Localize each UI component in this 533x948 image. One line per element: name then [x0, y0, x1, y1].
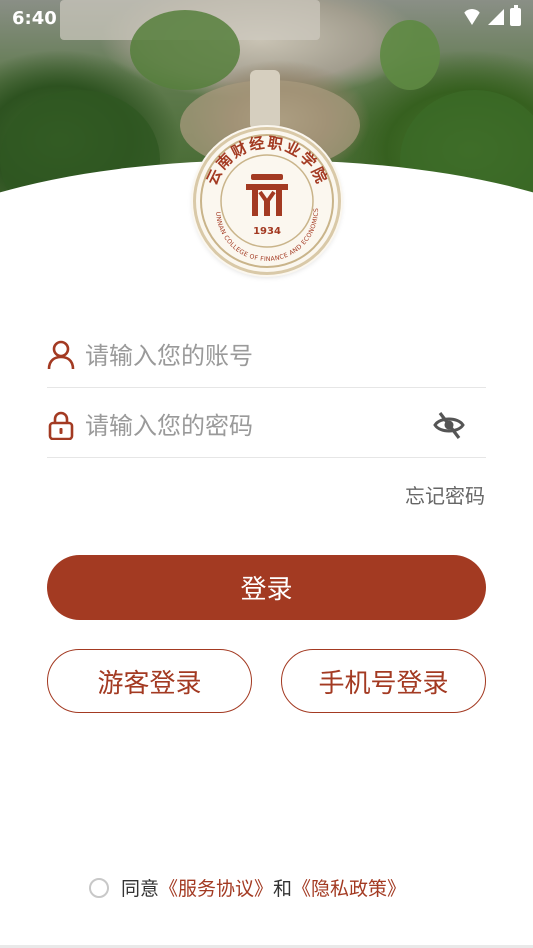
battery-icon [510, 5, 521, 26]
login-button[interactable]: 登录 [47, 555, 486, 620]
status-time: 6:40 [12, 8, 57, 29]
phone-login-button[interactable]: 手机号登录 [281, 649, 486, 713]
password-input[interactable] [85, 406, 445, 446]
agreement-prefix: 同意 [121, 878, 160, 900]
logo-year: 1934 [253, 226, 281, 237]
college-logo: 云南财经职业学院 YUNNAN COLLEGE OF FINANCE AND E… [193, 127, 341, 275]
signal-icon [488, 9, 504, 25]
guest-login-button[interactable]: 游客登录 [47, 649, 252, 713]
service-agreement-link[interactable]: 《服务协议》 [159, 874, 273, 901]
agreement-conjunction: 和 [273, 878, 293, 900]
lock-icon [48, 411, 74, 440]
eye-hidden-icon[interactable] [432, 408, 466, 442]
account-input[interactable] [85, 336, 445, 376]
password-field [47, 400, 486, 458]
privacy-policy-link[interactable]: 《隐私政策》 [292, 874, 406, 901]
agreement-row: 同意 《服务协议》 和 《隐私政策》 [89, 874, 406, 901]
status-bar: 6:40 [0, 0, 533, 36]
forgot-password-link[interactable]: 忘记密码 [405, 480, 485, 509]
wifi-icon [462, 9, 482, 25]
account-field [47, 330, 486, 388]
user-icon [47, 340, 75, 370]
agreement-checkbox[interactable] [89, 877, 109, 898]
